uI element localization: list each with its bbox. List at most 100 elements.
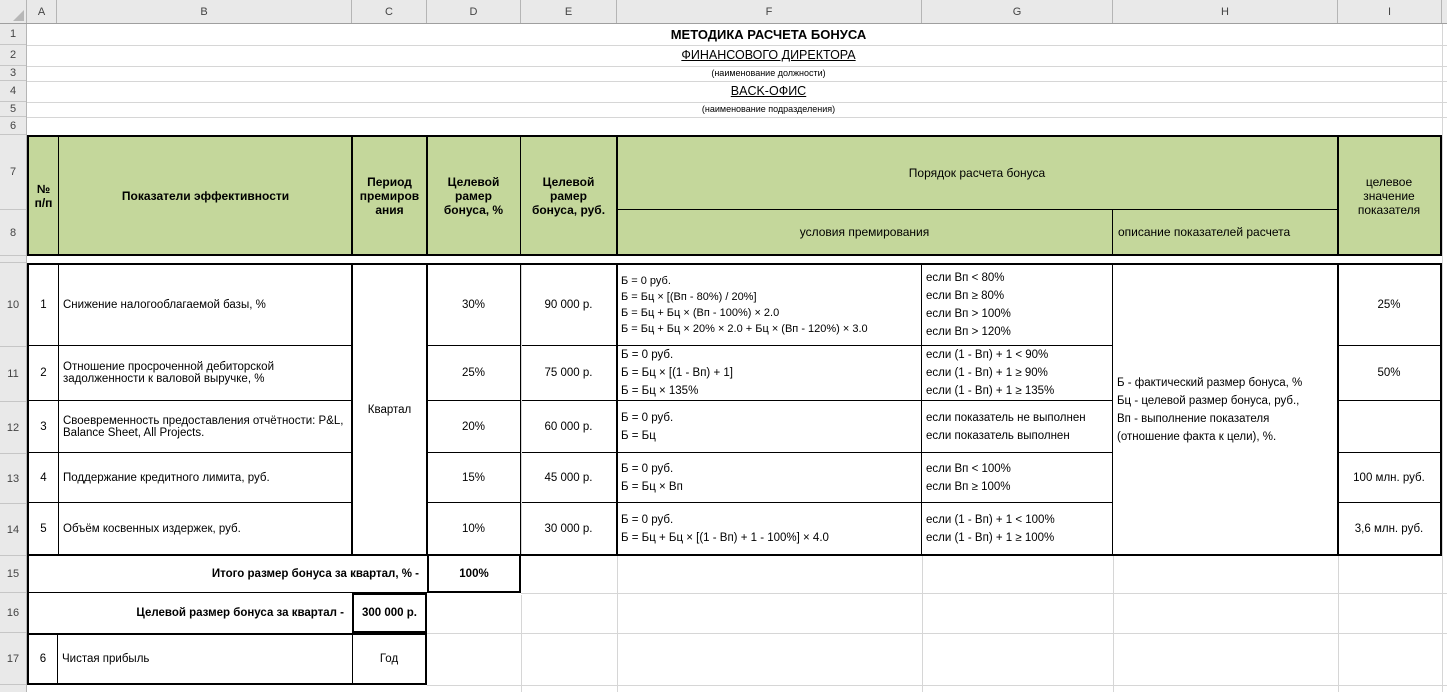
cell-target[interactable]: 3,6 млн. руб. [1338, 503, 1440, 554]
gridline [427, 685, 1447, 686]
spreadsheet: A B C D E F G H I 1 2 3 4 5 6 7 8 10 11 … [0, 0, 1447, 692]
gridline [427, 633, 1447, 634]
row-header-11[interactable]: 11 [0, 347, 26, 402]
header-num[interactable]: № п/п [29, 137, 58, 254]
cell-target[interactable] [1338, 401, 1440, 452]
gridline [27, 66, 1447, 67]
header-description[interactable]: описание показателей расчета [1113, 210, 1337, 254]
cell-description-merged[interactable]: Б - фактический размер бонуса, % Бц - це… [1113, 265, 1337, 554]
cell-indicator[interactable]: Снижение налогооблагаемой базы, % [59, 265, 352, 345]
cell-num[interactable]: 2 [29, 346, 58, 400]
position-caption[interactable]: (наименование должности) [90, 68, 1447, 78]
header-bonus-order[interactable]: Порядок расчета бонуса [617, 137, 1337, 209]
cell-pct[interactable]: 20% [427, 401, 520, 452]
col-header-c[interactable]: C [352, 0, 427, 23]
cell-rub[interactable]: 75 000 р. [521, 346, 616, 400]
row-header-2[interactable]: 2 [0, 45, 26, 66]
cell-indicator[interactable]: Поддержание кредитного лимита, руб. [59, 453, 352, 502]
cell-pct[interactable]: 10% [427, 503, 520, 554]
cell-conditions[interactable]: если Вп < 80% если Вп ≥ 80% если Вп > 10… [922, 265, 1112, 345]
col-header-h[interactable]: H [1113, 0, 1338, 23]
cell-formulas[interactable]: Б = 0 руб. Б = Бц × [(1 - Вп) + 1] Б = Б… [617, 346, 921, 400]
col-header-d[interactable]: D [427, 0, 521, 23]
row-header-15[interactable]: 15 [0, 556, 26, 593]
header-target-pct[interactable]: Целевой рамер бонуса, % [427, 137, 520, 254]
row-header-7[interactable]: 7 [0, 135, 26, 210]
total-rub-value[interactable]: 300 000 р. [352, 593, 427, 633]
cell-pct[interactable]: 15% [427, 453, 520, 502]
gridline [27, 102, 1447, 103]
border-line [1337, 135, 1339, 256]
border-line [351, 263, 353, 556]
cell-formulas[interactable]: Б = 0 руб. Б = Бц × [(Вп - 80%) / 20%] Б… [617, 265, 921, 345]
gridline [1113, 556, 1114, 692]
department-caption[interactable]: (наименование подразделения) [90, 104, 1447, 114]
gridline [27, 45, 1447, 46]
cell-indicator[interactable]: Своевременность предоставления отчётност… [59, 401, 352, 452]
total-pct-value[interactable]: 100% [427, 554, 521, 593]
position-title[interactable]: ФИНАНСОВОГО ДИРЕКТОРА [90, 48, 1447, 62]
cell-formulas[interactable]: Б = 0 руб. Б = Бц [617, 401, 921, 452]
border-line [616, 263, 618, 556]
col-header-a[interactable]: A [27, 0, 57, 23]
select-all-corner[interactable] [0, 0, 27, 23]
gridline [521, 595, 522, 692]
row-header-16[interactable]: 16 [0, 593, 26, 633]
cell-indicator[interactable]: Чистая прибыль [58, 635, 352, 683]
total-rub-label[interactable]: Целевой размер бонуса за квартал - [27, 593, 352, 633]
header-target-rub[interactable]: Целевой рамер бонуса, руб. [521, 137, 616, 254]
cell-rub[interactable]: 30 000 р. [521, 503, 616, 554]
row-header-8[interactable]: 8 [0, 210, 26, 256]
row-header-9[interactable] [0, 256, 26, 263]
cell-num[interactable]: 5 [29, 503, 58, 554]
cell-period[interactable]: Год [353, 635, 425, 683]
cell-rub[interactable]: 45 000 р. [521, 453, 616, 502]
row-header-5[interactable]: 5 [0, 102, 26, 117]
cell-num[interactable]: 6 [29, 635, 57, 683]
gridline [617, 556, 618, 692]
row-header-10[interactable]: 10 [0, 263, 26, 347]
total-pct-label[interactable]: Итого размер бонуса за квартал, % - [27, 556, 427, 593]
header-target-value[interactable]: целевое значение показателя [1338, 137, 1440, 254]
header-period[interactable]: Период премирования [353, 137, 426, 254]
row-header-3[interactable]: 3 [0, 66, 26, 81]
col-header-e[interactable]: E [521, 0, 617, 23]
cell-pct[interactable]: 25% [427, 346, 520, 400]
cell-conditions[interactable]: если (1 - Вп) + 1 < 90% если (1 - Вп) + … [922, 346, 1112, 400]
department-title[interactable]: BACK-ОФИС [90, 84, 1447, 98]
cell-indicator[interactable]: Отношение просроченной дебиторской задол… [59, 346, 352, 400]
cell-rub[interactable]: 90 000 р. [521, 265, 616, 345]
cell-num[interactable]: 3 [29, 401, 58, 452]
row-header-12[interactable]: 12 [0, 402, 26, 454]
doc-title[interactable]: МЕТОДИКА РАСЧЕТА БОНУСА [90, 27, 1447, 42]
cell-period-merged[interactable]: Квартал [353, 265, 426, 554]
cell-target[interactable]: 25% [1338, 265, 1440, 345]
cell-conditions[interactable]: если показатель не выполнен если показат… [922, 401, 1112, 452]
col-header-b[interactable]: B [57, 0, 352, 23]
cell-num[interactable]: 4 [29, 453, 58, 502]
cell-num[interactable]: 1 [29, 265, 58, 345]
cell-conditions[interactable]: если (1 - Вп) + 1 < 100% если (1 - Вп) +… [922, 503, 1112, 554]
cell-indicator[interactable]: Объём косвенных издержек, руб. [59, 503, 352, 554]
row-header-6[interactable]: 6 [0, 117, 26, 135]
column-header-strip: A B C D E F G H I [0, 0, 1447, 24]
border-line [426, 263, 428, 556]
cell-conditions[interactable]: если Вп < 100% если Вп ≥ 100% [922, 453, 1112, 502]
row-header-14[interactable]: 14 [0, 504, 26, 556]
cell-target[interactable]: 50% [1338, 346, 1440, 400]
header-indicators[interactable]: Показатели эффективности [59, 137, 352, 254]
header-conditions[interactable]: условия премирования [617, 210, 1112, 254]
row-header-13[interactable]: 13 [0, 454, 26, 504]
row-header-17[interactable]: 17 [0, 633, 26, 685]
col-header-f[interactable]: F [617, 0, 922, 23]
cell-formulas[interactable]: Б = 0 руб. Б = Бц + Бц × [(1 - Вп) + 1 -… [617, 503, 921, 554]
col-header-i[interactable]: I [1338, 0, 1442, 23]
cell-formulas[interactable]: Б = 0 руб. Б = Бц × Вп [617, 453, 921, 502]
col-header-g[interactable]: G [922, 0, 1113, 23]
row-header-4[interactable]: 4 [0, 81, 26, 102]
cell-target[interactable]: 100 млн. руб. [1338, 453, 1440, 502]
row-header-1[interactable]: 1 [0, 24, 26, 45]
gridline [1338, 556, 1339, 692]
cell-rub[interactable]: 60 000 р. [521, 401, 616, 452]
cell-pct[interactable]: 30% [427, 265, 520, 345]
